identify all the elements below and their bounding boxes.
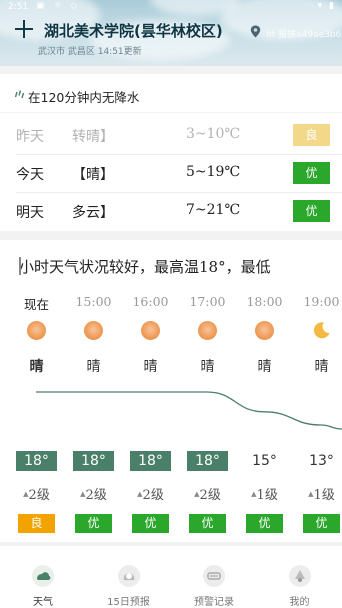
daily-day: 明天 [16, 205, 44, 221]
hourly-column[interactable]: 18:00 晴 15° ▲1级优 [236, 240, 293, 542]
account-label[interactable]: ht 报抹a49ae3b6 [266, 27, 341, 40]
hourly-time: 17:00 [189, 294, 226, 309]
precipitation-card[interactable]: 在120分钟内无降水 [0, 74, 342, 112]
hourly-column[interactable]: 17:00 晴 18° ▲2级优 [179, 240, 236, 542]
aqi-badge: 优 [293, 200, 330, 222]
hourly-temp: 18° [130, 451, 171, 471]
nav-label: 15日预报 [107, 597, 150, 608]
aqi-badge: 优 [132, 514, 169, 533]
wind-level: 2级 [142, 488, 164, 503]
status-icons: ▣ ☼ ◇ [36, 1, 81, 11]
wind-level: 1级 [313, 488, 335, 503]
aqi-badge: 优 [246, 514, 283, 533]
daily-row-today[interactable]: 今天 【晴】 5~19℃ 优 [0, 154, 342, 192]
aqi-badge: 优 [75, 514, 112, 533]
wind-level: 1级 [256, 488, 278, 503]
hourly-wind: ▲1级 [236, 484, 293, 503]
daily-temp: 3~10℃ [186, 126, 241, 142]
hourly-column[interactable]: 16:00 晴 18° ▲2级优 [122, 240, 179, 542]
hourly-condition: 晴 [29, 359, 44, 375]
status-right-icons: ▾ ▮ [317, 1, 336, 11]
precipitation-text: 在120分钟内无降水 [28, 90, 140, 105]
moon-icon [313, 322, 330, 339]
aqi-badge: 良 [18, 514, 55, 533]
aqi-badge: 优 [189, 514, 226, 533]
daily-temp: 5~19℃ [186, 164, 241, 180]
hourly-wind: ▲2级 [65, 484, 122, 503]
hourly-wind: ▲2级 [122, 484, 179, 503]
daily-condition: 多云】 [72, 205, 114, 221]
status-bar: 2:51 ▣ ☼ ◇ ▾ ▮ [0, 0, 342, 16]
hourly-wind: ▲2级 [179, 484, 236, 503]
hourly-time: 16:00 [132, 294, 169, 309]
nav-item-profile[interactable]: 我的 [257, 546, 342, 608]
weather-icon [32, 565, 54, 587]
daily-condition: 转晴】 [72, 129, 114, 145]
nav-item-forecast[interactable]: 15日预报 [86, 546, 172, 608]
header: 2:51 ▣ ☼ ◇ ▾ ▮ 湖北美术学院(昙华林校区) 武汉市 武昌区 14:… [0, 0, 342, 66]
forecast-icon [117, 565, 140, 587]
hourly-column[interactable]: 现在晴 18° ▲2级良 [8, 240, 65, 542]
hourly-temp: 18° [187, 451, 228, 471]
warning-icon [203, 565, 225, 587]
sun-icon [255, 321, 274, 340]
sun-icon [198, 321, 217, 340]
hourly-condition: 晴 [314, 359, 329, 375]
bottom-nav: 天气 15日预报 预警记录 我的 [0, 546, 342, 608]
hourly-condition: 晴 [143, 359, 158, 375]
aqi-badge: 优 [303, 514, 340, 533]
nav-label: 天气 [33, 597, 53, 608]
hourly-time: 18:00 [246, 294, 283, 309]
hourly-wind: ▲1级 [293, 484, 342, 503]
pin-icon[interactable] [250, 25, 261, 38]
daily-temp: 7~21℃ [186, 202, 241, 218]
hourly-time: 19:00 [303, 294, 340, 309]
hourly-column[interactable]: 15:00 晴 18° ▲2级优 [65, 240, 122, 542]
aqi-badge: 优 [293, 162, 330, 184]
hourly-column[interactable]: 19:00 晴 13° ▲1级优 [293, 240, 342, 542]
profile-icon [288, 565, 311, 587]
wind-level: 2级 [199, 488, 221, 503]
daily-row-yesterday[interactable]: 昨天 转晴】 3~10℃ 良 [0, 116, 342, 154]
daily-day: 今天 [16, 167, 44, 183]
nav-label: 我的 [289, 597, 310, 608]
hourly-temp: 15° [252, 453, 277, 469]
daily-condition: 【晴】 [72, 167, 114, 183]
hourly-time: 15:00 [75, 294, 112, 309]
hourly-temp: 18° [73, 451, 114, 471]
wind-level: 2级 [28, 488, 50, 503]
location-title[interactable]: 湖北美术学院(昙华林校区) [44, 20, 223, 41]
plus-icon[interactable] [14, 19, 34, 39]
location-subtitle: 武汉市 武昌区 14:51更新 [38, 47, 142, 57]
nav-label: 预警记录 [194, 597, 234, 608]
hourly-condition: 晴 [86, 359, 101, 375]
hourly-time: 现在 [23, 297, 49, 312]
nav-item-warning[interactable]: 预警记录 [171, 546, 257, 608]
daily-row-tomorrow[interactable]: 明天 多云】 7~21℃ 优 [0, 192, 342, 230]
hourly-temp: 13° [309, 453, 334, 469]
daily-day: 昨天 [16, 129, 44, 145]
wind-level: 2级 [85, 488, 107, 503]
sun-icon [84, 321, 103, 340]
nav-item-weather[interactable]: 天气 [0, 546, 86, 608]
hourly-wind: ▲2级 [8, 484, 65, 503]
daily-forecast: 昨天 转晴】 3~10℃ 良 今天 【晴】 5~19℃ 优 明天 多云】 7~2… [0, 113, 342, 231]
hourly-temp: 18° [16, 451, 57, 471]
rain-icon [15, 90, 25, 99]
hourly-condition: 晴 [257, 359, 272, 375]
hourly-forecast[interactable]: 小时天气状况较好，最高温18°，最低 现在晴 18° ▲2级良 15:00 晴 18° ▲2… [0, 240, 342, 542]
sun-icon [27, 321, 46, 340]
sun-icon [141, 321, 160, 340]
hourly-condition: 晴 [200, 359, 215, 375]
aqi-badge: 良 [293, 124, 330, 146]
status-time: 2:51 [8, 2, 29, 12]
weather-screen: 2:51 ▣ ☼ ◇ ▾ ▮ 湖北美术学院(昙华林校区) 武汉市 武昌区 14:… [0, 0, 342, 608]
